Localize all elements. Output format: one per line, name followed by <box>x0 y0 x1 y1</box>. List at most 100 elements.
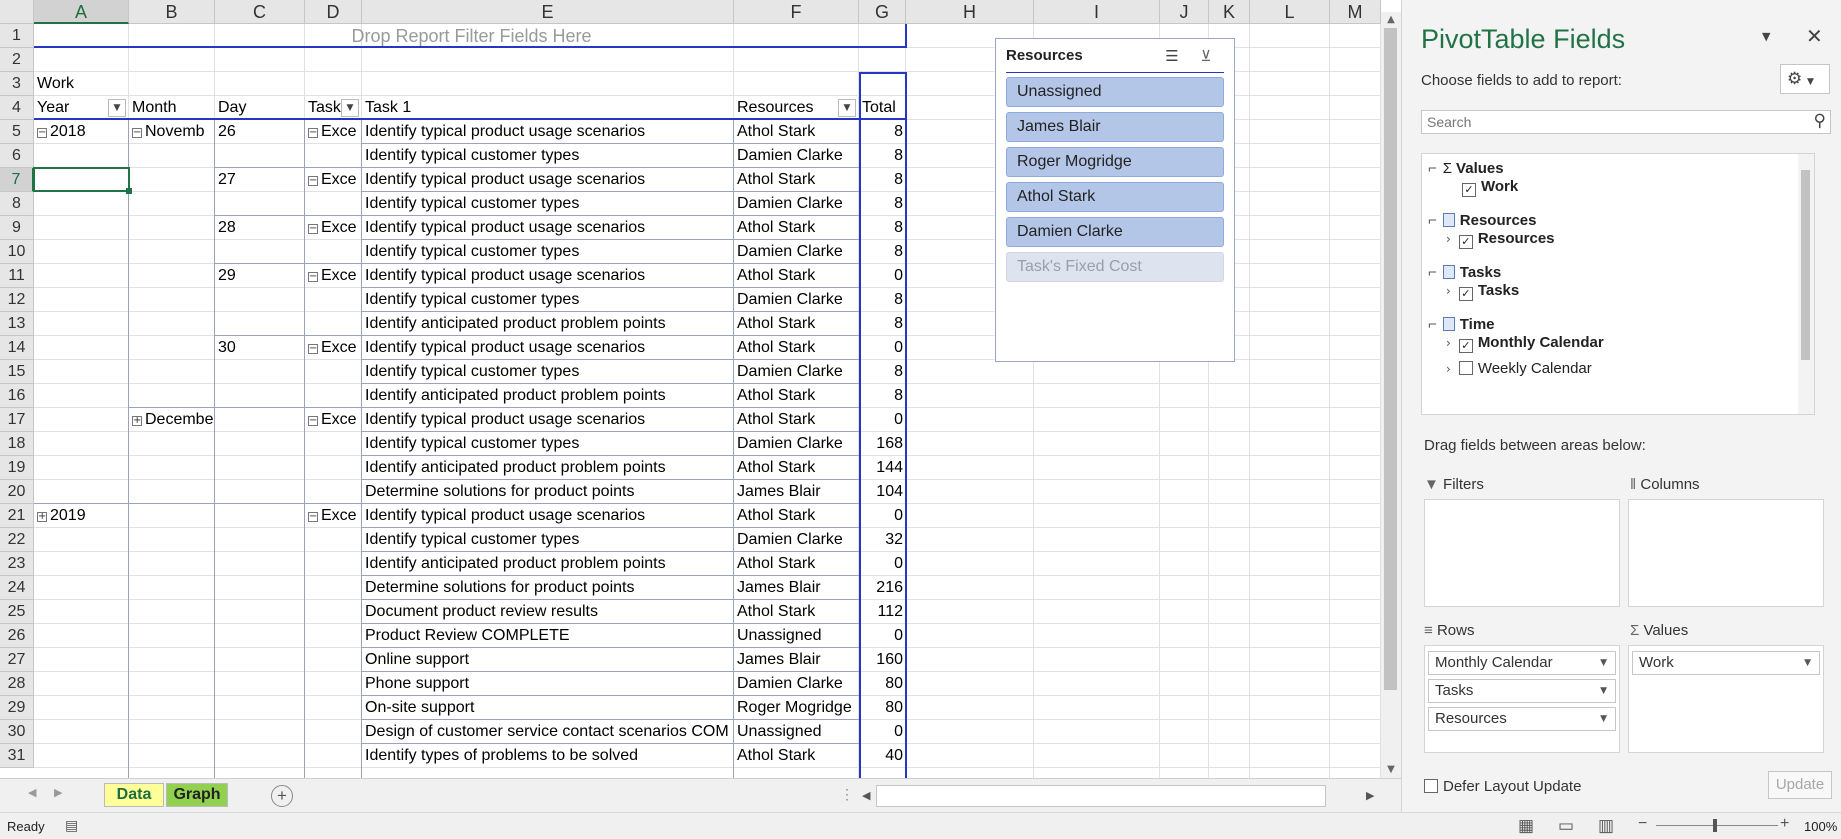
total-cell[interactable]: 8 <box>859 120 906 144</box>
zoom-in-icon[interactable]: + <box>1780 815 1789 833</box>
column-header-m[interactable]: M <box>1330 0 1381 24</box>
row-header-27[interactable]: 27 <box>0 648 34 672</box>
slicer-item-james-blair[interactable]: James Blair <box>1006 112 1224 142</box>
resource-cell[interactable]: Athol Stark <box>734 552 859 576</box>
task-name-cell[interactable]: Identify typical customer types <box>362 360 734 384</box>
row-header-10[interactable]: 10 <box>0 240 34 264</box>
resource-cell[interactable]: Damien Clarke <box>734 192 859 216</box>
resource-cell[interactable]: Damien Clarke <box>734 432 859 456</box>
row-header-30[interactable]: 30 <box>0 720 34 744</box>
row-header-7[interactable]: 7 <box>0 168 34 192</box>
row-header-22[interactable]: 22 <box>0 528 34 552</box>
chip-dropdown-icon[interactable]: ▼ <box>1600 652 1607 674</box>
filter-drop-zone[interactable]: Drop Report Filter Fields Here <box>34 24 906 48</box>
header-filter-year-icon[interactable]: ▼ <box>108 99 126 117</box>
resource-cell[interactable]: Damien Clarke <box>734 672 859 696</box>
multi-select-icon[interactable]: ☰ <box>1160 45 1184 67</box>
scroll-down-icon[interactable]: ▼ <box>1381 764 1401 775</box>
row-header-11[interactable]: 11 <box>0 264 34 288</box>
column-header-d[interactable]: D <box>305 0 362 24</box>
total-cell[interactable]: 0 <box>859 336 906 360</box>
task-name-cell[interactable]: Identify typical customer types <box>362 528 734 552</box>
column-header-e[interactable]: E <box>362 0 734 24</box>
tools-gear-icon[interactable]: ⚙ ▼ <box>1780 64 1830 94</box>
resource-cell[interactable]: Damien Clarke <box>734 360 859 384</box>
slicer-item-roger-mogridge[interactable]: Roger Mogridge <box>1006 147 1224 177</box>
field-resources[interactable]: › ✓ Resources <box>1446 230 1555 249</box>
slicer-item-unassigned[interactable]: Unassigned <box>1006 77 1224 107</box>
resource-cell[interactable]: Damien Clarke <box>734 288 859 312</box>
hscroll-right-icon[interactable]: ▶ <box>1366 789 1374 802</box>
column-header-i[interactable]: I <box>1034 0 1160 24</box>
row-header-28[interactable]: 28 <box>0 672 34 696</box>
total-cell[interactable]: 0 <box>859 720 906 744</box>
active-cell-a7[interactable] <box>33 167 130 192</box>
total-cell[interactable]: 8 <box>859 360 906 384</box>
row-header-31[interactable]: 31 <box>0 744 34 768</box>
resource-cell[interactable]: Athol Stark <box>734 336 859 360</box>
update-button[interactable]: Update <box>1768 771 1832 799</box>
total-cell[interactable]: 144 <box>859 456 906 480</box>
collapse-icon[interactable]: ⌐ <box>1428 264 1437 281</box>
total-cell[interactable]: 8 <box>859 168 906 192</box>
hscroll-left-icon[interactable]: ◀ <box>862 789 870 802</box>
field-search-box[interactable]: ⚲ <box>1421 110 1831 134</box>
collapse-icon[interactable]: ⌐ <box>1428 316 1437 333</box>
filters-drop-area[interactable] <box>1424 499 1620 607</box>
field-tasks[interactable]: › ✓ Tasks <box>1446 282 1519 301</box>
new-sheet-icon[interactable]: + <box>271 785 293 807</box>
row-header-1[interactable]: 1 <box>0 24 34 48</box>
row-header-9[interactable]: 9 <box>0 216 34 240</box>
total-cell[interactable]: 32 <box>859 528 906 552</box>
task-name-cell[interactable]: Product Review COMPLETE <box>362 624 734 648</box>
resource-cell[interactable]: Athol Stark <box>734 408 859 432</box>
total-cell[interactable]: 0 <box>859 408 906 432</box>
task-name-cell[interactable]: Identify typical product usage scenarios <box>362 264 734 288</box>
task-name-cell[interactable]: Identify typical customer types <box>362 288 734 312</box>
row-header-29[interactable]: 29 <box>0 696 34 720</box>
resource-cell[interactable]: James Blair <box>734 480 859 504</box>
task-name-cell[interactable]: Identify types of problems to be solved <box>362 744 734 768</box>
total-cell[interactable]: 168 <box>859 432 906 456</box>
total-cell[interactable]: 8 <box>859 288 906 312</box>
collapse-icon[interactable]: ⌐ <box>1428 212 1437 229</box>
values-chip-work[interactable]: Work ▼ <box>1632 651 1820 675</box>
defer-layout-checkbox[interactable]: Defer Layout Update <box>1424 778 1581 795</box>
row-header-17[interactable]: 17 <box>0 408 34 432</box>
resource-cell[interactable]: Unassigned <box>734 624 859 648</box>
total-cell[interactable]: 0 <box>859 624 906 648</box>
task-name-cell[interactable]: Identify typical customer types <box>362 144 734 168</box>
row-header-25[interactable]: 25 <box>0 600 34 624</box>
tab-prev-icon[interactable]: ◀ <box>28 786 36 799</box>
task-group-r5-toggle-icon[interactable]: − <box>308 128 318 138</box>
total-cell[interactable]: 0 <box>859 552 906 576</box>
task-name-cell[interactable]: Identify typical customer types <box>362 432 734 456</box>
task-name-cell[interactable]: Design of customer service contact scena… <box>362 720 734 744</box>
total-cell[interactable]: 160 <box>859 648 906 672</box>
field-group-resources[interactable]: ⌐ Resources <box>1428 212 1536 229</box>
column-header-j[interactable]: J <box>1160 0 1209 24</box>
slicer-item-athol-stark[interactable]: Athol Stark <box>1006 182 1224 212</box>
row-header-18[interactable]: 18 <box>0 432 34 456</box>
rows-chip-resources[interactable]: Resources ▼ <box>1428 707 1616 731</box>
field-checkbox[interactable]: ✓ <box>1458 339 1473 353</box>
resource-cell[interactable]: Athol Stark <box>734 456 859 480</box>
resource-cell[interactable]: Athol Stark <box>734 264 859 288</box>
column-header-g[interactable]: G <box>859 0 906 24</box>
column-header-h[interactable]: H <box>906 0 1034 24</box>
values-drop-area[interactable]: Work ▼ <box>1628 645 1824 753</box>
fill-handle[interactable] <box>126 188 132 194</box>
resource-cell[interactable]: Athol Stark <box>734 120 859 144</box>
normal-view-icon[interactable]: ▦ <box>1518 816 1534 836</box>
resource-cell[interactable]: Damien Clarke <box>734 240 859 264</box>
split-handle-icon[interactable]: ⋮ <box>840 786 854 803</box>
page-break-icon[interactable]: ▥ <box>1598 816 1614 836</box>
row-header-13[interactable]: 13 <box>0 312 34 336</box>
rows-drop-area[interactable]: Monthly Calendar ▼ Tasks ▼ Resources ▼ <box>1424 645 1620 753</box>
slicer-item-task-s-fixed-cost[interactable]: Task's Fixed Cost <box>1006 252 1224 282</box>
field-checkbox[interactable]: ✓ <box>1458 235 1473 249</box>
row-header-5[interactable]: 5 <box>0 120 34 144</box>
expand-icon[interactable]: › <box>1446 336 1451 350</box>
expand-icon[interactable]: › <box>1446 284 1451 298</box>
field-group-time[interactable]: ⌐ Time <box>1428 316 1495 333</box>
